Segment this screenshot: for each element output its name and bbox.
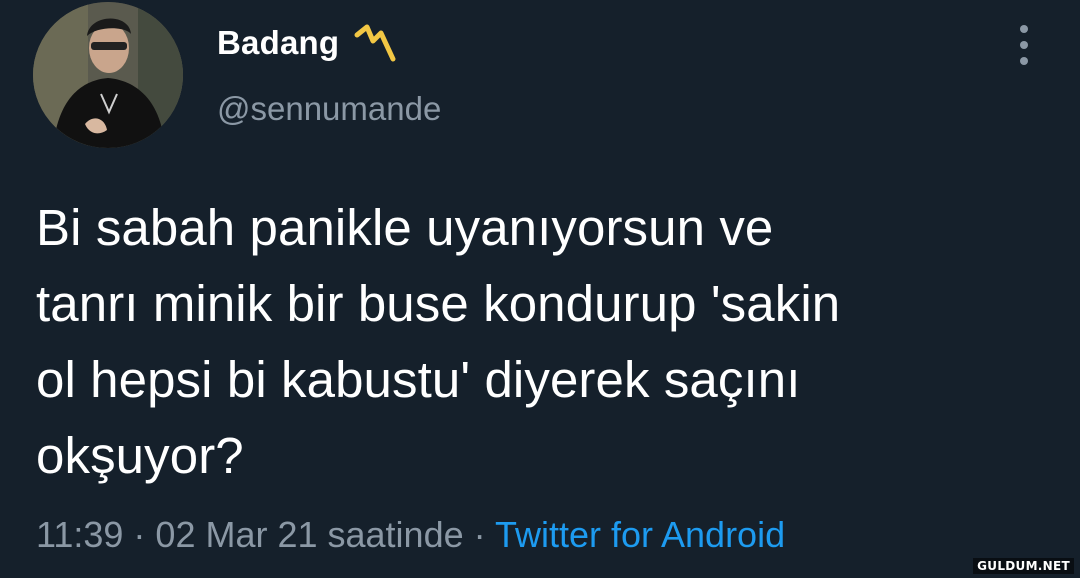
more-dot [1020, 57, 1028, 65]
more-dot [1020, 41, 1028, 49]
more-options-icon[interactable] [1012, 25, 1036, 65]
tweet-date[interactable]: 02 Mar 21 saatinde [155, 514, 463, 555]
tweet-time[interactable]: 11:39 [36, 514, 123, 555]
watermark: GULDUM.NET [973, 558, 1074, 574]
avatar-photo [33, 2, 183, 148]
meta-separator: · [463, 514, 495, 555]
tweet-source-link[interactable]: Twitter for Android [495, 514, 785, 555]
tweet-text: Bi sabah panikle uyanıyorsun ve tanrı mi… [36, 199, 841, 484]
avatar[interactable] [33, 2, 183, 148]
display-name[interactable]: Badang [217, 24, 339, 62]
more-dot [1020, 25, 1028, 33]
lightning-scribble-icon [354, 24, 396, 62]
meta-separator: · [123, 514, 156, 555]
user-handle[interactable]: @sennumande [217, 90, 441, 128]
tweet-meta: 11:39 · 02 Mar 21 saatinde · Twitter for… [36, 514, 785, 556]
tweet-card: Badang @sennumande Bi sabah panikle uyan… [0, 0, 1080, 578]
author-name-row[interactable]: Badang [217, 18, 397, 68]
